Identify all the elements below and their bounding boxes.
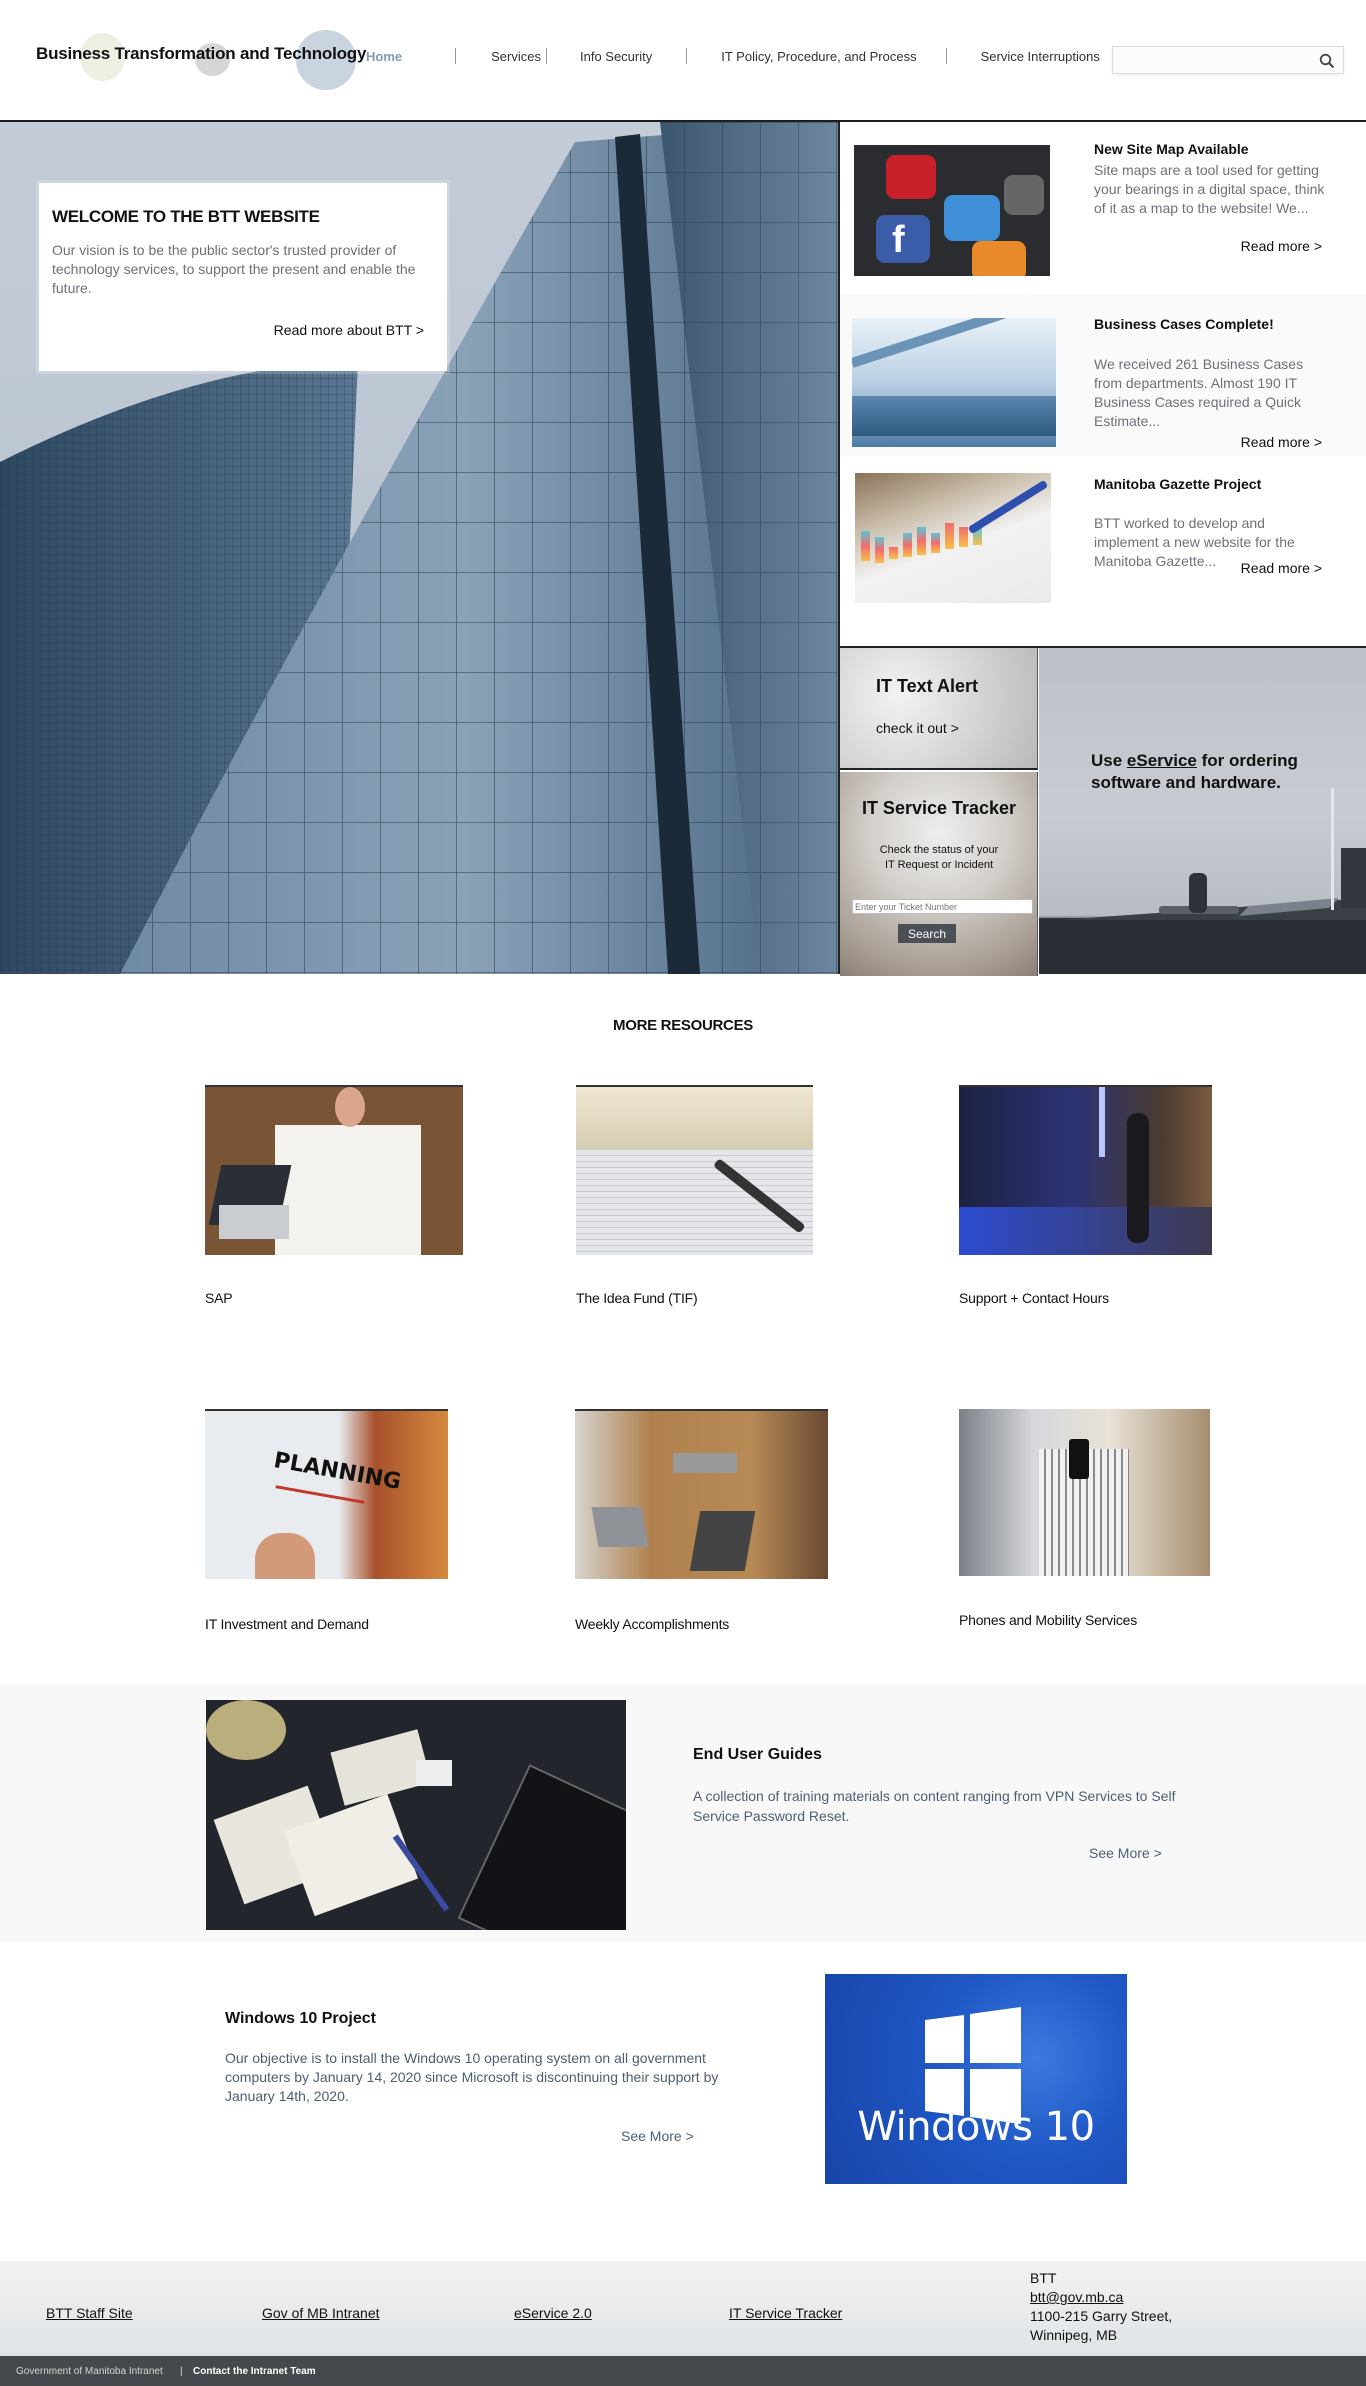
nav-home[interactable]: Home [366,49,402,64]
windows-text: Our objective is to install the Windows … [225,2050,719,2104]
footer-link-gov-mb-intranet[interactable]: Gov of MB Intranet [262,2305,380,2321]
welcome-title: WELCOME TO THE BTT WEBSITE [52,207,320,226]
contact-intranet-team-link[interactable]: Contact the Intranet Team [193,2366,316,2377]
tracker-search-button[interactable]: Search [898,924,956,943]
resource-label[interactable]: IT Investment and Demand [205,1616,369,1632]
news-item: Manitoba Gazette Project BTT worked to d… [840,456,1366,646]
search-box [1112,46,1344,74]
nav-services[interactable]: Services [491,49,541,64]
eservice-tile: Use eService for ordering software and h… [1039,648,1366,974]
news-summary: We received 261 Business Cases from depa… [1094,356,1304,429]
welcome-card: WELCOME TO THE BTT WEBSITE Our vision is… [39,183,447,371]
eservice-text-prefix: Use [1091,751,1127,770]
news-image-social-apps[interactable]: f [854,145,1050,276]
contact-address-line: 1100-215 Garry Street, [1030,2308,1173,2324]
news-image-laptop[interactable] [852,318,1056,447]
bottom-bar: Government of Manitoba Intranet | Contac… [0,2356,1366,2386]
news-image-chart[interactable] [855,473,1051,603]
news-item: Business Cases Complete! We received 261… [840,294,1366,456]
footer-link-btt-staff-site[interactable]: BTT Staff Site [46,2305,133,2321]
quick-tiles: IT Text Alert check it out > IT Service … [838,646,1366,976]
resource-image[interactable] [576,1085,813,1255]
guides-image[interactable] [206,1700,626,1930]
nav-divider [545,48,547,64]
more-resources-title: MORE RESOURCES [613,1017,753,1034]
resource-image[interactable] [575,1409,828,1579]
end-user-guides-section: End User Guides A collection of training… [0,1685,1366,1943]
search-icon[interactable] [1319,53,1335,69]
nav-divider [686,48,688,64]
footer-link-it-service-tracker[interactable]: IT Service Tracker [729,2305,842,2321]
main-nav: Home Services Info Security IT Policy, P… [366,48,1100,64]
windows-see-more-link[interactable]: See More > [621,2128,694,2144]
tracker-description: Check the status of your IT Request or I… [840,843,1037,873]
tracker-description-line: IT Request or Incident [884,859,994,871]
news-summary: Site maps are a tool used for getting yo… [1094,162,1325,216]
resource-image[interactable] [205,1085,463,1255]
guides-title[interactable]: End User Guides [693,1746,822,1764]
search-input[interactable] [1113,47,1313,73]
eservice-link[interactable]: eService [1127,751,1197,770]
news-column: f New Site Map Available Site maps are a… [838,122,1366,646]
resource-label[interactable]: SAP [205,1290,233,1306]
resource-image[interactable] [959,1085,1212,1255]
it-service-tracker-tile: IT Service Tracker Check the status of y… [840,772,1038,976]
resource-image[interactable]: PLANNING [205,1409,448,1579]
resource-label[interactable]: The Idea Fund (TIF) [576,1290,698,1306]
windows-10-image-text: Windows 10 [857,2104,1095,2150]
ticket-number-input[interactable] [852,899,1033,914]
bottom-divider: | [180,2366,183,2377]
welcome-text: Our vision is to be the public sector's … [52,242,416,296]
resource-label[interactable]: Weekly Accomplishments [575,1616,729,1632]
guides-text: A collection of training materials on co… [693,1788,1176,1824]
resource-image[interactable] [959,1409,1210,1576]
tracker-description-line: Check the status of your [879,844,999,856]
footer-link-eservice[interactable]: eService 2.0 [514,2305,592,2321]
it-text-alert-title: IT Text Alert [876,676,979,696]
nav-divider [455,48,457,64]
resource-label[interactable]: Phones and Mobility Services [959,1612,1137,1628]
footer: BTT Staff Site Gov of MB Intranet eServi… [0,2261,1366,2356]
read-more-about-btt-link[interactable]: Read more about BTT > [274,322,424,338]
check-it-out-link[interactable]: check it out > [876,720,959,736]
resource-label[interactable]: Support + Contact Hours [959,1290,1109,1306]
site-header: Business Transformation and Technology H… [0,0,1366,122]
contact-email-link[interactable]: btt@gov.mb.ca [1030,2289,1123,2305]
it-service-tracker-title: IT Service Tracker [861,798,1017,818]
read-more-link[interactable]: Read more > [1241,434,1322,450]
eservice-text: Use eService for ordering software and h… [1091,750,1341,794]
laptop-desk-image [1039,788,1366,974]
nav-it-policy[interactable]: IT Policy, Procedure, and Process [721,49,916,64]
site-title[interactable]: Business Transformation and Technology [36,44,366,64]
it-text-alert-tile[interactable]: IT Text Alert check it out > [840,648,1038,770]
guides-see-more-link[interactable]: See More > [1089,1845,1162,1861]
contact-name: BTT [1030,2270,1057,2286]
windows-10-image[interactable]: Windows 10 [825,1974,1127,2184]
footer-contact: BTT btt@gov.mb.ca 1100-215 Garry Street,… [1030,2269,1172,2345]
windows-logo-icon [925,2007,1021,2124]
nav-service-interruptions[interactable]: Service Interruptions [981,49,1100,64]
news-title[interactable]: Manitoba Gazette Project [1094,476,1261,492]
hero-banner: WELCOME TO THE BTT WEBSITE Our vision is… [0,122,838,974]
read-more-link[interactable]: Read more > [1241,238,1322,254]
news-title[interactable]: New Site Map Available [1094,141,1249,157]
windows-title[interactable]: Windows 10 Project [225,2010,376,2028]
read-more-link[interactable]: Read more > [1241,560,1322,576]
nav-info-security[interactable]: Info Security [580,49,652,64]
nav-divider [945,48,947,64]
news-item: f New Site Map Available Site maps are a… [840,122,1366,294]
contact-address-line: Winnipeg, MB [1030,2327,1118,2343]
news-title[interactable]: Business Cases Complete! [1094,316,1274,332]
gov-mb-intranet-text[interactable]: Government of Manitoba Intranet [16,2366,163,2377]
